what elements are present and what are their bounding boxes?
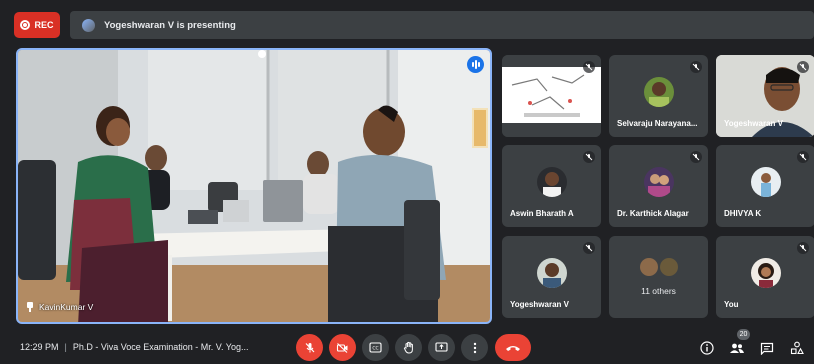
activities-icon [790,341,804,355]
participant-tile-karthick[interactable]: Dr. Karthick Alagar [609,145,708,227]
participant-tile-presentation[interactable] [502,55,601,137]
mic-muted-icon [583,61,595,73]
participant-avatar [639,258,658,276]
mic-off-icon [305,342,314,352]
raise-hand-button[interactable] [395,334,422,361]
participant-tile-aswin[interactable]: Aswin Bharath A [502,145,601,227]
presenter-avatar [82,18,95,32]
participant-avatar [659,258,678,276]
speaking-indicator-icon [467,56,484,73]
present-screen-button[interactable] [428,334,455,361]
participant-tile-you[interactable]: You [716,236,814,318]
hang-up-icon [506,345,520,351]
presenting-text: Yogeshwaran V is presenting [104,19,236,31]
meeting-separator: | [64,342,67,352]
participant-name: Yogeshwaran V [724,119,783,128]
camera-off-button[interactable] [329,334,356,361]
mic-muted-icon [690,61,702,73]
meeting-title[interactable]: Ph.D - Viva Voce Examination - Mr. V. Yo… [73,342,249,352]
participant-tile-selvaraju[interactable]: Selvaraju Narayana... [609,55,708,137]
participant-avatar [536,167,567,197]
present-screen-icon [435,342,448,352]
main-tile-name: KavinKumar V [26,302,93,312]
record-icon [20,20,31,30]
others-tile[interactable]: 11 others [609,236,708,318]
recording-indicator[interactable]: REC [14,12,60,38]
participant-avatar [643,167,674,197]
participant-name: Aswin Bharath A [510,209,574,218]
participant-tile-yogeshwaran-camera[interactable]: Yogeshwaran V [716,55,814,137]
participant-tile-dhivya[interactable]: DHIVYA K [716,145,814,227]
mic-off-button[interactable] [296,334,323,361]
participant-tile-yogeshwaran[interactable]: Yogeshwaran V [502,236,601,318]
meeting-details-button[interactable] [697,338,717,358]
recording-label: REC [34,20,54,30]
participant-avatar [750,258,781,288]
activities-button[interactable] [787,338,807,358]
captions-button[interactable]: CC [362,334,389,361]
participant-name: Selvaraju Narayana... [617,119,698,128]
meeting-info: 12:29 PM | Ph.D - Viva Voce Examination … [20,342,248,352]
main-tile-name-label: KavinKumar V [39,302,94,312]
participant-name: DHIVYA K [724,209,762,218]
main-video-tile[interactable]: KavinKumar V [16,48,492,324]
pin-icon [26,302,34,312]
more-options-icon [473,342,476,353]
raise-hand-icon [403,341,413,354]
participant-name: Dr. Karthick Alagar [617,209,689,218]
mic-muted-icon [583,242,595,254]
room-video-image [18,50,490,322]
mic-muted-icon [797,61,809,73]
mic-muted-icon [583,151,595,163]
mic-muted-icon [797,151,809,163]
others-avatars [639,258,678,276]
people-button[interactable] [727,338,747,358]
chat-button[interactable] [757,338,777,358]
others-count-label: 11 others [641,286,676,296]
leave-call-button[interactable] [495,334,531,361]
presenting-banner[interactable]: Yogeshwaran V is presenting [70,11,814,39]
participant-avatar [536,258,567,288]
mic-muted-icon [690,151,702,163]
mic-muted-icon [797,242,809,254]
participant-avatar [750,167,781,197]
info-icon [700,341,714,355]
camera-off-icon [336,342,348,353]
chat-icon [760,342,774,355]
participant-name: You [724,300,739,309]
participant-name: Yogeshwaran V [510,300,569,309]
svg-text:CC: CC [372,346,378,352]
participant-avatar [643,77,674,107]
people-icon [730,343,744,353]
captions-icon: CC [369,342,382,353]
more-options-button[interactable] [461,334,488,361]
meeting-time: 12:29 PM [20,342,59,352]
